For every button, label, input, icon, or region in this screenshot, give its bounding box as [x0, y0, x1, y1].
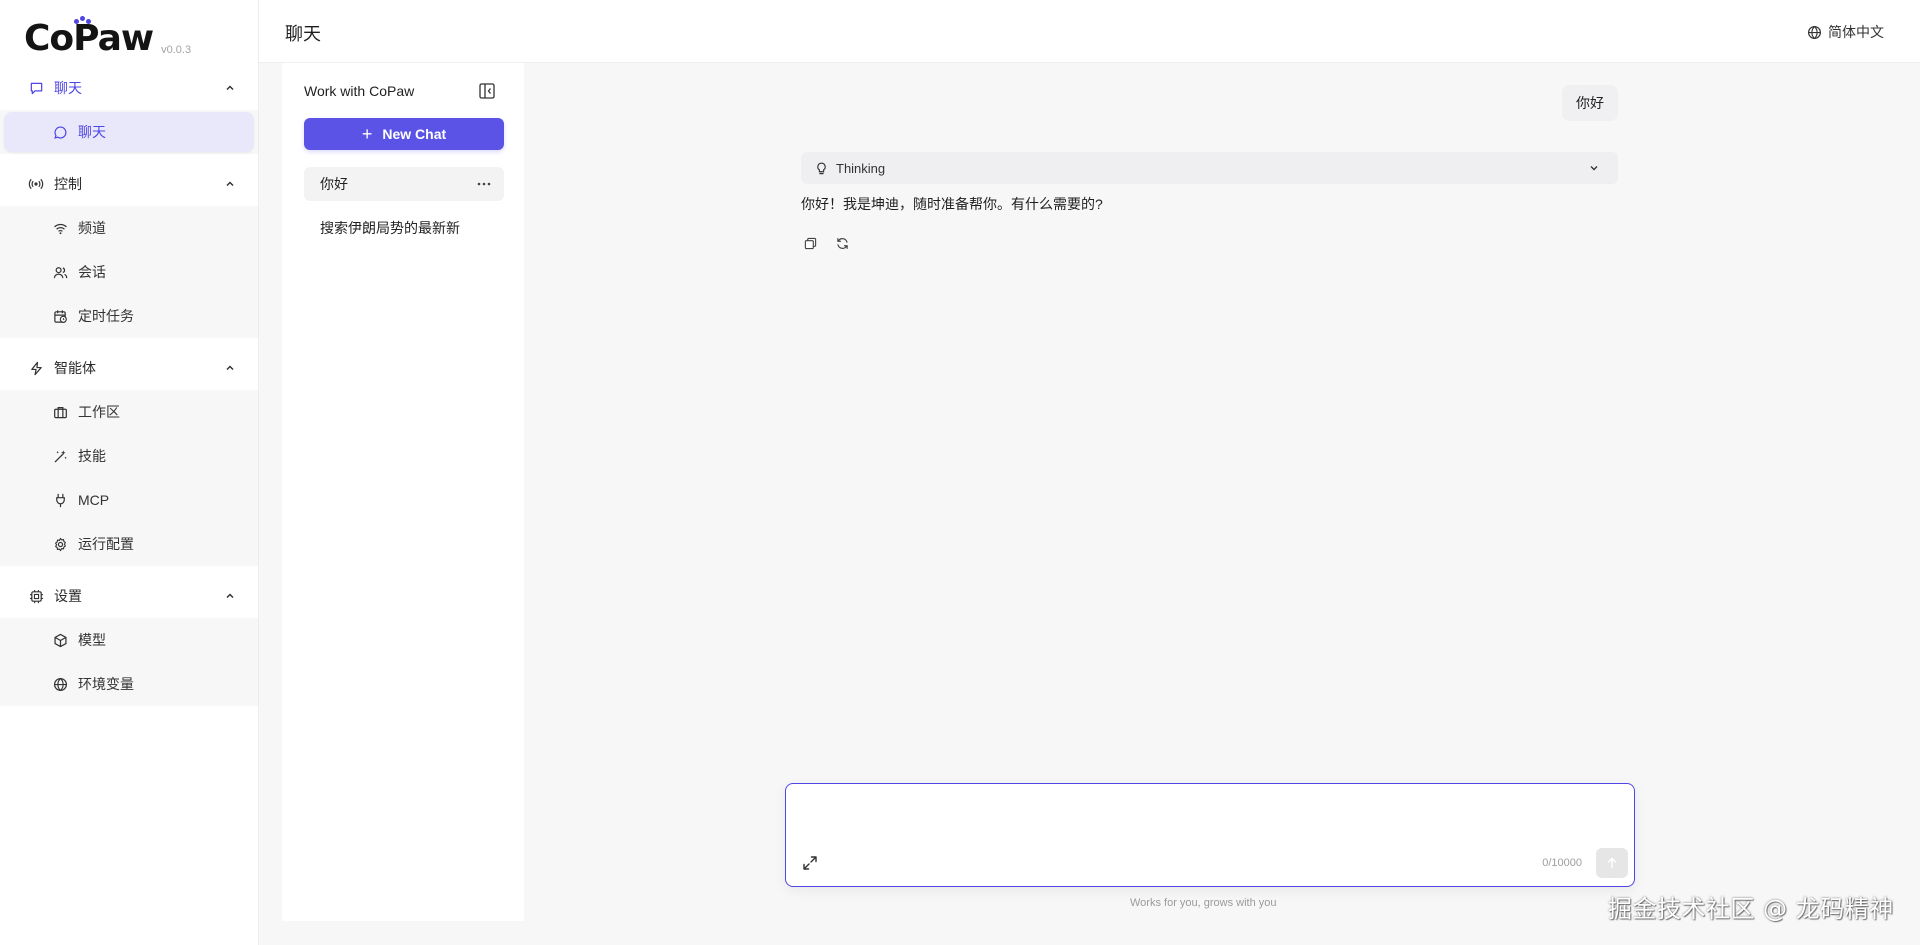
nav-group-header-chat[interactable]: 聊天 [0, 66, 258, 110]
chat-circle-icon [52, 124, 68, 140]
message-composer: 0/10000 [785, 783, 1635, 887]
top-bar: 聊天 简体中文 [259, 0, 1920, 63]
character-counter: 0/10000 [1542, 857, 1582, 869]
nav-group-items: 频道 会话 定时任务 [0, 206, 258, 338]
sidebar-item-models[interactable]: 模型 [4, 618, 254, 662]
gear-icon [52, 536, 68, 552]
collapse-panel-icon[interactable] [478, 82, 496, 100]
nav-group-items: 聊天 [0, 110, 258, 154]
nav-group-items: 工作区 技能 MCP 运行配置 [0, 390, 258, 566]
sidebar-item-label: 会话 [78, 264, 106, 280]
sidebar-item-label: 模型 [78, 632, 106, 648]
sidebar-item-env-vars[interactable]: 环境变量 [4, 662, 254, 706]
session-item[interactable]: 你好 [304, 167, 504, 201]
globe-icon [1807, 25, 1822, 39]
chevron-up-icon [226, 181, 234, 187]
sidebar-item-scheduled-tasks[interactable]: 定时任务 [4, 294, 254, 338]
plus-icon: + [361, 124, 373, 144]
message-actions [803, 236, 849, 250]
nav-group-label: 设置 [54, 588, 82, 604]
logo-paw-dots [74, 16, 94, 24]
calendar-clock-icon [52, 308, 68, 324]
users-icon [52, 264, 68, 280]
chevron-up-icon [226, 365, 234, 371]
sidebar-item-channels[interactable]: 频道 [4, 206, 254, 250]
nav-group-header-control[interactable]: 控制 [0, 162, 258, 206]
sidebar-item-label: 环境变量 [78, 676, 134, 692]
send-button[interactable] [1596, 848, 1628, 878]
app-version: v0.0.3 [161, 44, 192, 56]
nav-group-label: 智能体 [54, 360, 96, 376]
chevron-up-icon [226, 593, 234, 599]
sidebar-item-run-config[interactable]: 运行配置 [4, 522, 254, 566]
more-options-icon[interactable] [476, 176, 492, 192]
thinking-toggle[interactable]: Thinking [801, 152, 1618, 184]
nav-group-chat: 聊天 聊天 [0, 66, 258, 154]
sidebar-item-label: 聊天 [78, 124, 106, 140]
nav-group-label: 控制 [54, 176, 82, 192]
chevron-down-icon [1590, 166, 1598, 171]
sidebar-item-label: 工作区 [78, 404, 120, 420]
chat-list-panel: Work with CoPaw + New Chat 你好 搜索伊朗局势的最新新 [282, 63, 524, 921]
session-title: 你好 [320, 176, 348, 192]
nav-group-header-agent[interactable]: 智能体 [0, 346, 258, 390]
logo-text: CoPaw [24, 18, 154, 59]
nav-group-header-settings[interactable]: 设置 [0, 574, 258, 618]
regenerate-icon[interactable] [835, 236, 849, 250]
user-message-text: 你好 [1576, 95, 1604, 111]
lightbulb-icon [817, 162, 826, 174]
briefcase-icon [52, 404, 68, 420]
logo[interactable]: CoPaw v0.0.3 [24, 16, 192, 59]
nav-group-label: 聊天 [54, 80, 82, 96]
lightning-icon [28, 360, 44, 376]
sidebar-item-label: 技能 [78, 448, 106, 464]
plug-icon [52, 492, 68, 508]
sparkles-icon [52, 448, 68, 464]
user-message-bubble: 你好 [1562, 85, 1618, 121]
nav-group-control: 控制 频道 会话 定时任务 [0, 162, 258, 338]
watermark: 掘金技术社区 @ 龙码精神 [1608, 895, 1894, 923]
sidebar: CoPaw v0.0.3 聊天 聊天 控制 频道 会话 定时任务 智能体 工作区… [0, 0, 259, 945]
new-chat-button[interactable]: + New Chat [304, 118, 504, 150]
chat-bubble-icon [28, 80, 44, 96]
sidebar-item-label: MCP [78, 492, 110, 508]
wifi-icon [52, 220, 68, 236]
nav-group-settings: 设置 模型 环境变量 [0, 574, 258, 706]
session-title: 搜索伊朗局势的最新新 [320, 220, 460, 236]
sidebar-item-label: 运行配置 [78, 536, 134, 552]
copy-icon[interactable] [803, 236, 817, 250]
session-item[interactable]: 搜索伊朗局势的最新新 [304, 211, 504, 245]
new-chat-label: New Chat [382, 126, 447, 142]
broadcast-icon [28, 176, 44, 192]
nav-group-agent: 智能体 工作区 技能 MCP 运行配置 [0, 346, 258, 566]
assistant-message-text: 你好！我是坤迪，随时准备帮你。有什么需要的? [801, 196, 1103, 212]
globe-icon [52, 676, 68, 692]
sidebar-item-workspace[interactable]: 工作区 [4, 390, 254, 434]
sidebar-item-skills[interactable]: 技能 [4, 434, 254, 478]
page-title: 聊天 [285, 24, 321, 44]
language-label: 简体中文 [1828, 24, 1884, 40]
sidebar-item-label: 频道 [78, 220, 106, 236]
cube-icon [52, 632, 68, 648]
sidebar-item-chat[interactable]: 聊天 [4, 112, 254, 152]
chip-icon [28, 588, 44, 604]
language-selector[interactable]: 简体中文 [1807, 22, 1884, 42]
sidebar-item-mcp[interactable]: MCP [4, 478, 254, 522]
chevron-up-icon [226, 85, 234, 91]
footer-tagline: Works for you, grows with you [1130, 897, 1277, 909]
arrow-up-icon [1607, 857, 1617, 869]
panel-title: Work with CoPaw [304, 83, 415, 99]
message-input[interactable] [800, 796, 1620, 840]
expand-icon[interactable] [801, 854, 819, 872]
nav-group-items: 模型 环境变量 [0, 618, 258, 706]
sidebar-item-sessions[interactable]: 会话 [4, 250, 254, 294]
sidebar-item-label: 定时任务 [78, 308, 134, 324]
thinking-label: Thinking [836, 160, 886, 176]
